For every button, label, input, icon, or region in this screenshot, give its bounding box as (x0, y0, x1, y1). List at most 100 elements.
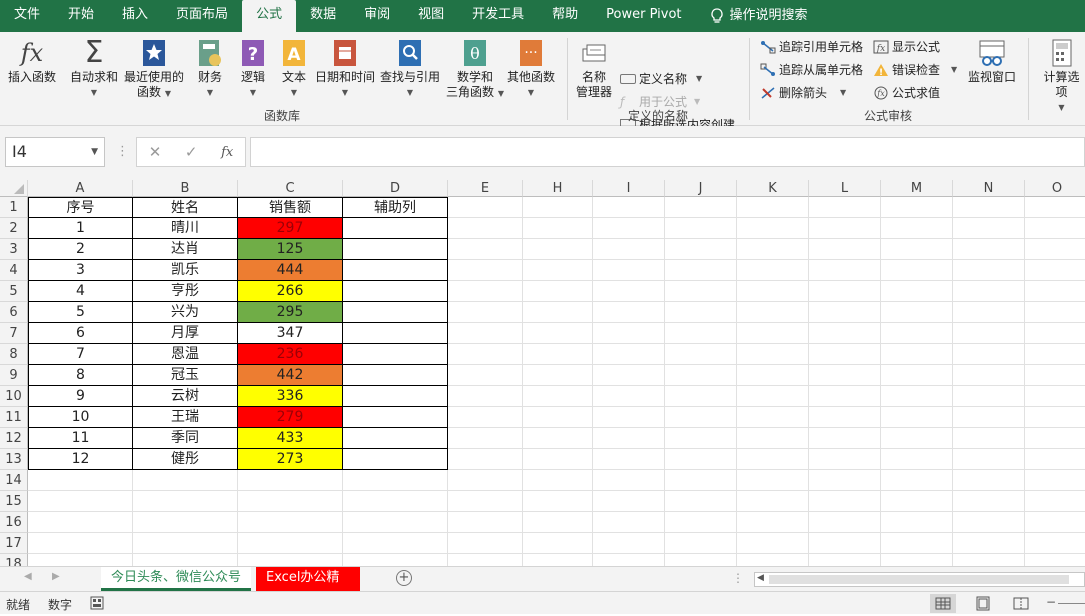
recently-used-button[interactable]: 最近使用的 函数 ▼ (124, 38, 184, 101)
grid-cell[interactable] (809, 260, 881, 281)
grid-cell[interactable] (448, 260, 523, 281)
name-box[interactable]: I4 ▼ (5, 137, 105, 167)
grid-cell[interactable] (1025, 302, 1085, 323)
scroll-left-arrow-icon[interactable]: ◀ (757, 573, 764, 583)
grid-cell[interactable] (881, 449, 953, 470)
grid-cell[interactable] (737, 323, 809, 344)
math-trig-button[interactable]: θ 数学和 三角函数 ▼ (446, 38, 504, 101)
serial-cell[interactable]: 5 (28, 302, 133, 323)
grid-cell[interactable] (737, 344, 809, 365)
zoom-slider[interactable] (1058, 603, 1085, 604)
grid-cell[interactable] (665, 491, 737, 512)
tell-me-search[interactable]: 操作说明搜索 (696, 0, 822, 32)
grid-cell[interactable] (953, 239, 1025, 260)
column-header-D[interactable]: D (343, 180, 448, 197)
grid-cell[interactable] (593, 449, 665, 470)
grid-cell[interactable] (737, 281, 809, 302)
grid-cell[interactable] (593, 197, 665, 218)
chevron-down-icon[interactable]: ▼ (91, 138, 98, 166)
watch-window-button[interactable]: 监视窗口 (968, 38, 1016, 85)
name-cell[interactable]: 云树 (133, 386, 238, 407)
grid-cell[interactable] (523, 323, 593, 344)
grid-cell[interactable] (881, 344, 953, 365)
grid-cell[interactable] (1025, 428, 1085, 449)
grid-cell[interactable] (343, 470, 448, 491)
helper-cell[interactable] (343, 260, 448, 281)
grid-cell[interactable] (953, 218, 1025, 239)
tab-developer[interactable]: 开发工具 (458, 0, 538, 32)
macro-record-icon[interactable] (90, 596, 104, 610)
grid-cell[interactable] (133, 470, 238, 491)
helper-cell[interactable] (343, 323, 448, 344)
grid-cell[interactable] (523, 449, 593, 470)
grid-cell[interactable] (1025, 512, 1085, 533)
grid-cell[interactable] (593, 386, 665, 407)
zoom-out-icon[interactable]: − (1046, 595, 1056, 609)
grid-cell[interactable] (737, 218, 809, 239)
formula-input[interactable] (250, 137, 1085, 167)
enter-icon[interactable]: ✓ (185, 143, 198, 161)
grid-cell[interactable] (737, 533, 809, 554)
grid-cell[interactable] (593, 491, 665, 512)
row-header[interactable]: 6 (0, 302, 28, 323)
grid-cell[interactable] (737, 428, 809, 449)
helper-cell[interactable] (343, 281, 448, 302)
grid-cell[interactable] (881, 302, 953, 323)
grid-cell[interactable] (809, 512, 881, 533)
grid-cell[interactable] (809, 407, 881, 428)
grid-cell[interactable] (665, 344, 737, 365)
grid-cell[interactable] (665, 512, 737, 533)
grid-cell[interactable] (737, 365, 809, 386)
more-functions-button[interactable]: ··· 其他函数 ▼ (507, 38, 555, 100)
grid-cell[interactable] (448, 344, 523, 365)
column-header-K[interactable]: K (737, 180, 809, 197)
grid-cell[interactable] (523, 491, 593, 512)
column-header-I[interactable]: I (593, 180, 665, 197)
page-layout-view-icon[interactable] (970, 594, 996, 613)
grid-cell[interactable] (1025, 533, 1085, 554)
grid-cell[interactable] (523, 239, 593, 260)
row-header[interactable]: 17 (0, 533, 28, 554)
row-header[interactable]: 9 (0, 365, 28, 386)
helper-cell[interactable] (343, 239, 448, 260)
show-formulas-button[interactable]: fx 显示公式 (873, 38, 940, 55)
grid-cell[interactable] (953, 344, 1025, 365)
grid-cell[interactable] (523, 302, 593, 323)
grid-cell[interactable] (523, 365, 593, 386)
evaluate-formula-button[interactable]: fx 公式求值 (873, 84, 940, 101)
row-header[interactable]: 12 (0, 428, 28, 449)
grid-cell[interactable] (448, 533, 523, 554)
serial-cell[interactable]: 11 (28, 428, 133, 449)
grid-cell[interactable] (593, 302, 665, 323)
page-break-view-icon[interactable] (1008, 594, 1034, 613)
name-cell[interactable]: 晴川 (133, 218, 238, 239)
grid-cell[interactable] (881, 239, 953, 260)
grid-cell[interactable] (737, 302, 809, 323)
grid-cell[interactable] (665, 470, 737, 491)
grid-cell[interactable] (809, 302, 881, 323)
grid-cell[interactable] (28, 470, 133, 491)
column-header-A[interactable]: A (28, 180, 133, 197)
calculation-options-button[interactable]: 计算选项 ▼ (1038, 38, 1085, 115)
name-cell[interactable]: 月厚 (133, 323, 238, 344)
grid-cell[interactable] (881, 197, 953, 218)
table-header-cell[interactable]: 销售额 (238, 197, 343, 218)
grid-cell[interactable] (523, 428, 593, 449)
grid-cell[interactable] (665, 302, 737, 323)
name-manager-button[interactable]: 名称 管理器 (576, 38, 612, 100)
serial-cell[interactable]: 10 (28, 407, 133, 428)
name-cell[interactable]: 冠玉 (133, 365, 238, 386)
date-time-button[interactable]: 日期和时间 ▼ (315, 38, 375, 100)
grid-cell[interactable] (1025, 491, 1085, 512)
serial-cell[interactable]: 6 (28, 323, 133, 344)
grid-cell[interactable] (523, 260, 593, 281)
logical-button[interactable]: ? 逻辑 ▼ (238, 38, 268, 100)
grid-cell[interactable] (953, 197, 1025, 218)
grid-cell[interactable] (1025, 344, 1085, 365)
tab-page-layout[interactable]: 页面布局 (162, 0, 242, 32)
grid-cell[interactable] (881, 260, 953, 281)
grid-cell[interactable] (953, 428, 1025, 449)
grid-cell[interactable] (523, 197, 593, 218)
grid-cell[interactable] (953, 491, 1025, 512)
serial-cell[interactable]: 12 (28, 449, 133, 470)
